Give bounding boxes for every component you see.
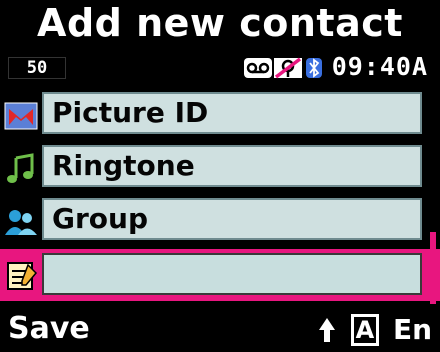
field-row-memo[interactable] bbox=[0, 249, 440, 301]
memo-input[interactable] bbox=[42, 253, 422, 295]
scrollbar[interactable] bbox=[430, 232, 436, 304]
signal-indicator: 50 bbox=[8, 57, 66, 79]
group-field[interactable]: Group bbox=[42, 198, 422, 240]
save-button[interactable]: Save bbox=[8, 309, 90, 349]
language-indicator: En bbox=[392, 313, 432, 346]
voicemail-icon bbox=[244, 58, 272, 78]
status-bar: 50 09:40A bbox=[0, 52, 440, 82]
page-title: Add new contact bbox=[37, 1, 403, 45]
ringtone-field[interactable]: Ringtone bbox=[42, 145, 422, 187]
no-location-icon bbox=[274, 57, 302, 79]
bluetooth-icon bbox=[306, 58, 322, 78]
field-row-picture-id[interactable]: Picture ID bbox=[0, 90, 440, 140]
people-icon bbox=[5, 210, 37, 235]
field-row-group[interactable]: Group bbox=[0, 196, 440, 246]
case-indicator: A bbox=[350, 314, 380, 346]
input-mode-indicator[interactable]: A En bbox=[317, 311, 432, 347]
status-icons bbox=[244, 57, 322, 79]
memo-icon bbox=[7, 262, 38, 290]
shift-arrow-icon bbox=[318, 318, 335, 342]
softkey-bar: Save A En bbox=[0, 305, 440, 352]
music-note-icon bbox=[7, 153, 34, 183]
picture-id-field[interactable]: Picture ID bbox=[42, 92, 422, 134]
picture-icon bbox=[4, 102, 38, 130]
field-row-ringtone[interactable]: Ringtone bbox=[0, 143, 440, 193]
clock: 09:40A bbox=[331, 52, 428, 81]
